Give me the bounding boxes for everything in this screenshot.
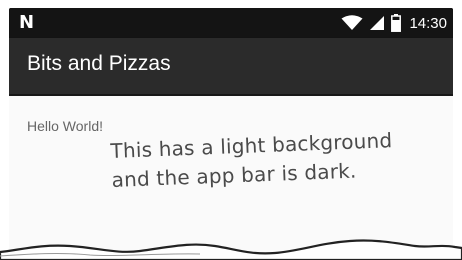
screenshot-stage: N 14:30 Bits and Pizzas Hello World! Thi… — [0, 0, 462, 260]
status-icons: 14:30 — [341, 12, 447, 34]
status-time: 14:30 — [409, 14, 447, 32]
torn-edge — [0, 239, 462, 260]
app-bar: Bits and Pizzas — [9, 38, 453, 94]
app-title: Bits and Pizzas — [27, 52, 171, 75]
wifi-icon — [341, 15, 363, 31]
battery-icon — [391, 14, 402, 32]
hello-text: Hello World! — [27, 118, 103, 134]
status-bar: N 14:30 — [9, 8, 453, 38]
notification-icon: N — [19, 12, 34, 33]
signal-icon — [369, 15, 385, 31]
